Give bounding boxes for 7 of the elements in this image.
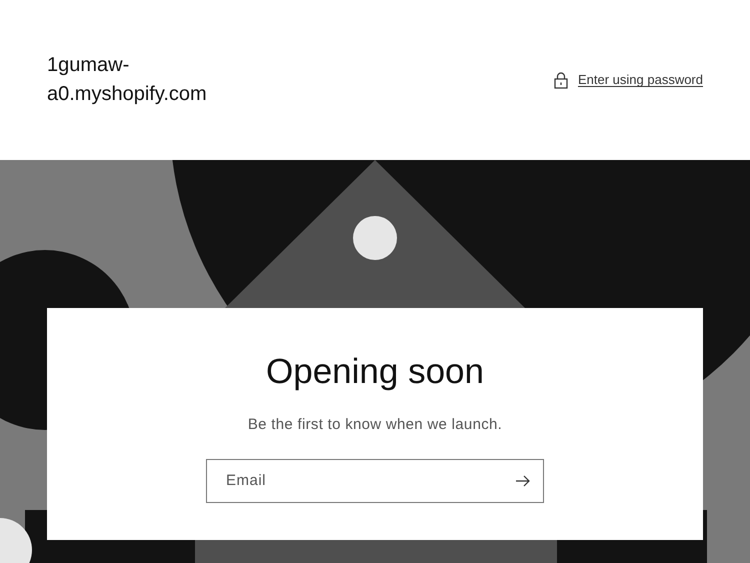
subtitle: Be the first to know when we launch. (248, 415, 502, 435)
page-heading: Opening soon (266, 351, 484, 393)
email-field[interactable]: Email (206, 458, 544, 502)
lock-icon (554, 72, 568, 88)
store-name[interactable]: 1gumaw-a0.myshopify.com (47, 51, 207, 109)
arrow-right-icon[interactable] (515, 474, 530, 486)
password-link[interactable]: Enter using password (554, 70, 703, 90)
